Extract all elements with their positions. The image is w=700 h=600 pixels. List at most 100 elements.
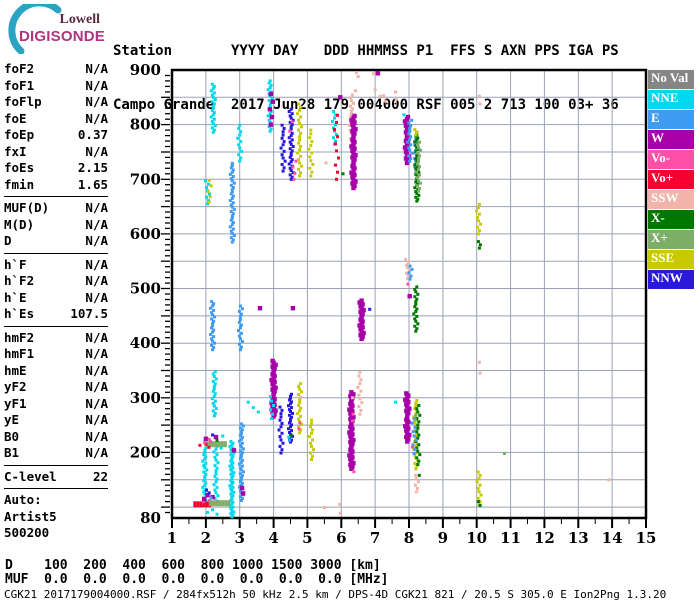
param-row-hmf1: hmF1 N/A [4,346,108,363]
svg-text:13: 13 [568,529,589,547]
param-value: 107.5 [70,306,108,321]
logo-digisonde-text: DIGISONDE [19,28,105,45]
param-row-mufd: MUF(D) N/A [4,200,108,217]
panel-divider [4,252,108,254]
param-label: foF2 [4,61,35,76]
param-label: fxI [4,143,27,159]
legend-item-e: E [648,110,694,129]
legend-item-nnw: NNW [648,270,694,289]
param-row-hmf2: hmF2 N/A [4,330,108,347]
param-row-hf2: h`F2 N/A [4,273,108,290]
param-label: D [4,233,12,248]
parameter-panel: foF2 N/A foF1 N/A foFlp N/A foE N/A foEp 0.37 fxI N… [4,61,108,542]
svg-text:14: 14 [602,529,623,547]
panel-divider [4,464,108,466]
param-row-clevel: C-level 22 [4,469,108,486]
param-row-he: h`E N/A [4,290,108,307]
param-label: M(D) [4,216,35,232]
param-row-hme: hmE N/A [4,363,108,380]
svg-text:5: 5 [302,529,312,547]
svg-text:600: 600 [130,225,161,243]
param-label: B0 [4,428,20,444]
param-label: fmin [4,176,35,192]
legend-item-x: X+ [648,230,694,249]
param-row-yf1: yF1 N/A [4,396,108,413]
param-label: Artist5 [4,508,57,524]
param-label: h`Es [4,306,35,321]
svg-text:200: 200 [130,443,161,461]
param-row-artist5: Artist5 [4,509,108,526]
param-label: h`F2 [4,273,35,288]
param-label: yF2 [4,379,27,394]
legend-item-vo: Vo- [648,150,694,169]
param-row-ye: yE N/A [4,412,108,429]
param-row-500200: 500200 [4,525,108,542]
logo-arc-icon: Lowell DIGISONDE [8,0,105,55]
status-line: CGK21_2017179004000.RSF / 284fx512h 50 k… [4,588,667,600]
legend-item-ssw: SSW [648,190,694,209]
data-points [193,71,611,519]
svg-text:2: 2 [201,529,211,547]
direction-legend: No Val NNE E W Vo- Vo+ SSW X- X+ SSE NNW [648,70,694,290]
param-row-auto: Auto: [4,492,108,509]
param-row-fxi: fxI N/A [4,144,108,161]
param-label: Auto: [4,492,42,507]
svg-text:1: 1 [167,529,177,547]
svg-text:500: 500 [130,280,161,298]
param-label: MUF(D) [4,200,50,215]
param-label: hmF2 [4,329,35,345]
svg-text:400: 400 [130,334,161,352]
svg-text:3: 3 [234,529,244,547]
param-row-foe: foE N/A [4,111,108,128]
legend-item-vo: Vo+ [648,170,694,189]
svg-text:9: 9 [438,529,448,547]
param-row-foflp: foFlp N/A [4,94,108,111]
panel-divider [4,196,108,197]
param-label: foE [4,110,27,126]
param-label: yF1 [4,395,27,411]
svg-text:900: 900 [130,61,161,79]
param-label: C-level [4,468,57,484]
param-label: foFlp [4,94,42,109]
legend-item-x: X- [648,210,694,229]
panel-divider [4,325,108,327]
logo-lowell-text: Lowell [60,12,101,27]
param-label: foEp [4,127,35,142]
svg-text:4: 4 [268,529,278,547]
param-row-foes: foEs 2.15 [4,160,108,177]
svg-text:300: 300 [130,389,161,407]
param-row-foep: foEp 0.37 [4,127,108,144]
param-row-fof2: foF2 N/A [4,61,108,78]
svg-text:7: 7 [370,529,380,547]
ionogram-screen: Lowell DIGISONDE Station YYYY DAY DDD HH… [0,0,700,600]
ionogram-plot: 1 2 3 4 5 6 7 8 9 10 11 12 13 14 159008007006005004003… [130,61,657,547]
param-label: h`F [4,256,27,272]
legend-item-nne: NNE [648,90,694,109]
d-values-row: D 100 200 400 600 800 1000 1500 3000 [km… [5,558,381,573]
param-row-b1: B1 N/A [4,445,108,462]
svg-text:80: 80 [140,509,161,527]
param-label: foF1 [4,77,35,93]
svg-text:12: 12 [534,529,555,547]
svg-text:11: 11 [500,529,521,547]
svg-text:10: 10 [466,529,487,547]
legend-item-sse: SSE [648,250,694,269]
param-row-fmin: fmin 1.65 [4,177,108,194]
muf-values-row: MUF 0.0 0.0 0.0 0.0 0.0 0.0 0.0 0.0 [MHz… [5,572,389,587]
param-row-d: D N/A [4,233,108,250]
legend-item-w: W [648,130,694,149]
svg-text:700: 700 [130,170,161,188]
param-label: foEs [4,160,35,175]
param-label: B1 [4,445,20,460]
svg-text:800: 800 [130,116,161,134]
param-row-hes: h`Es 107.5 [4,306,108,323]
param-row-b0: B0 N/A [4,429,108,446]
legend-item-noval: No Val [648,70,694,89]
param-row-yf2: yF2 N/A [4,379,108,396]
param-label: hmE [4,362,27,378]
param-row-hf: h`F N/A [4,257,108,274]
param-row-fof1: foF1 N/A [4,78,108,95]
svg-text:6: 6 [336,529,346,547]
param-row-md: M(D) N/A [4,217,108,234]
svg-text:15: 15 [636,529,657,547]
